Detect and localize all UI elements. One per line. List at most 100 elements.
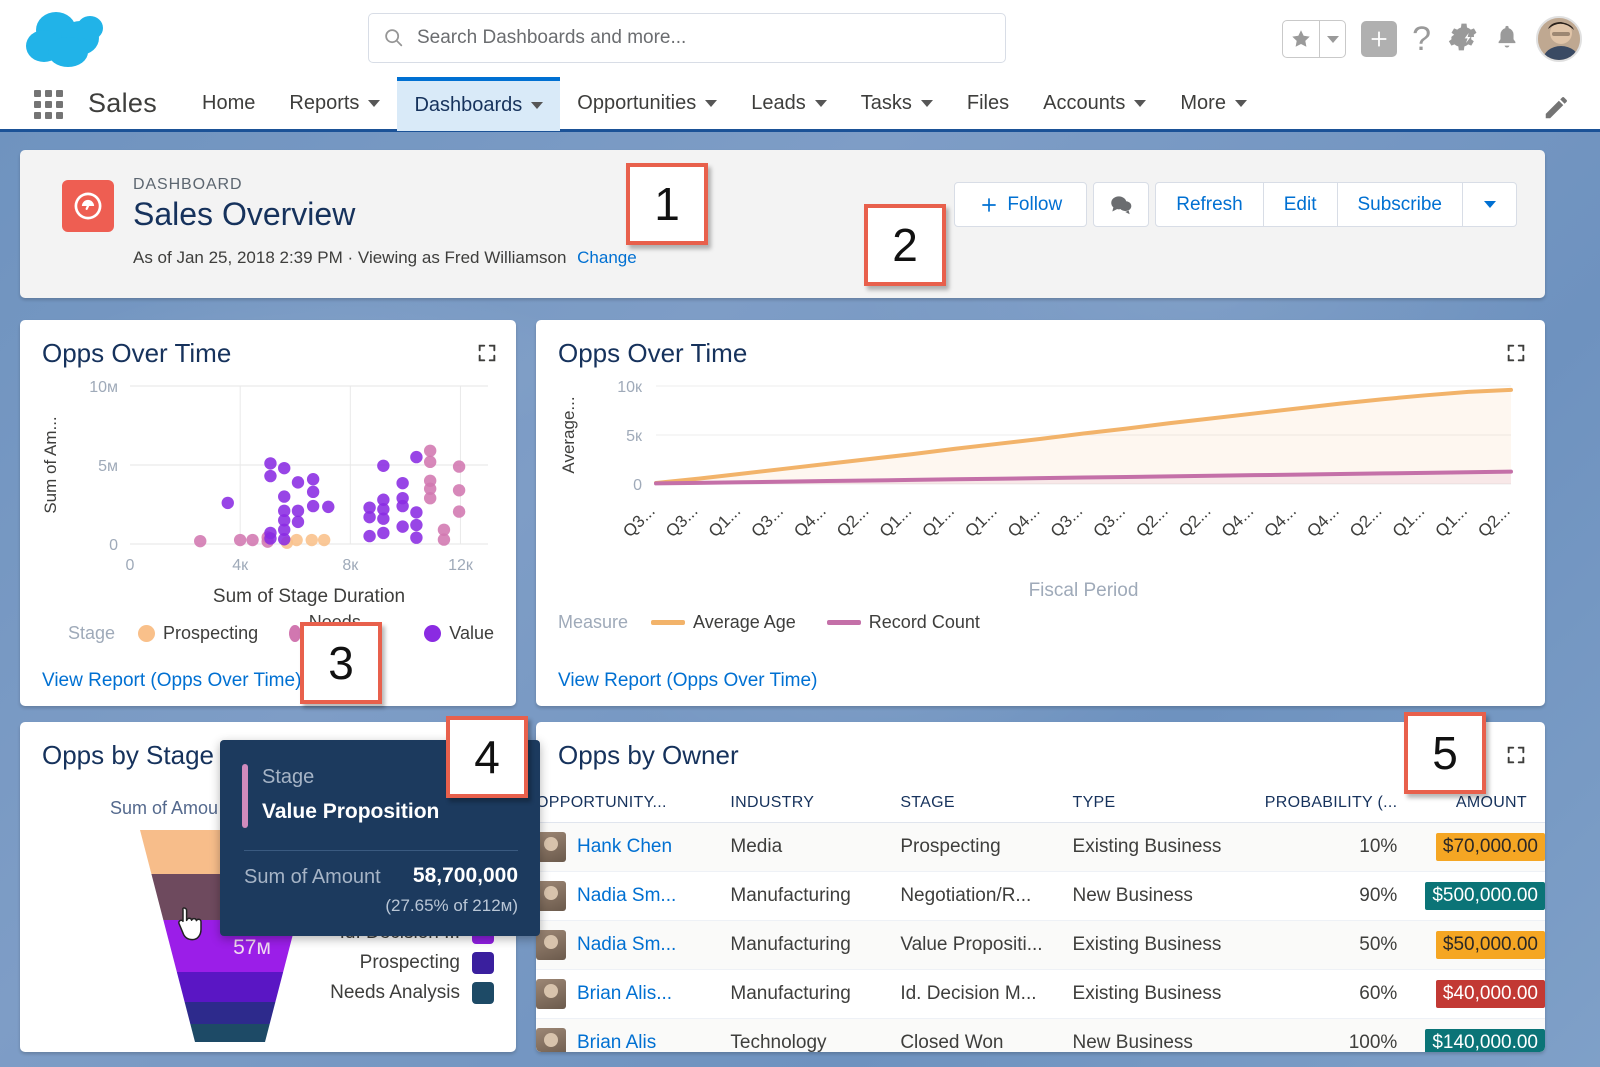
funnel-legend-item-needs-analysis[interactable]: Needs Analysis [330,982,494,1004]
nav-item-home[interactable]: Home [185,77,272,131]
follow-button[interactable]: Follow [954,182,1088,227]
cell-probability: 60% [1254,969,1426,1019]
opportunity-link[interactable]: Brian Alis [577,1032,656,1052]
dashboard-actions: Follow Refresh Edit Subscribe [954,182,1517,227]
table-row[interactable]: Brian Alis... Manufacturing Id. Decision… [536,969,1545,1019]
callout-badge-5: 5 [1404,712,1486,794]
avatar [536,1028,566,1052]
nav-label: Reports [289,92,360,114]
nav-item-more[interactable]: More [1163,77,1264,131]
app-launcher-icon[interactable] [34,89,70,119]
opportunity-link[interactable]: Nadia Sm... [577,934,676,956]
cell-stage: Closed Won [900,1018,1073,1052]
dashboard-kicker: DASHBOARD [133,176,243,193]
col-probability[interactable]: PROBABILITY (... [1254,784,1426,823]
status-badge: $40,000.00 [1435,980,1545,1008]
svg-text:0: 0 [633,477,642,494]
callout-badge-2: 2 [864,204,946,286]
nav-label: Dashboards [414,94,523,116]
svg-text:Q2...: Q2... [1346,501,1385,540]
more-actions-button[interactable] [1463,182,1517,227]
legend-item-value[interactable]: Value [424,623,494,644]
chevron-down-icon [368,100,381,107]
app-nav-bar: Sales Home Reports Dashboards Opportunit… [0,76,1600,132]
chevron-down-icon [814,100,827,107]
chatter-feed-button[interactable] [1093,182,1150,227]
chevron-down-icon [920,100,933,107]
table-header-row: OPPORTUNITY... INDUSTRY STAGE TYPE PROBA… [536,784,1545,823]
col-stage[interactable]: STAGE [900,784,1073,823]
expand-icon[interactable] [1505,744,1527,771]
status-badge: $70,000.00 [1435,833,1545,861]
svg-text:5к: 5к [626,428,643,445]
nav-item-files[interactable]: Files [950,77,1026,131]
dashboard-icon [62,180,114,232]
svg-text:Average...: Average... [559,396,578,473]
nav-item-accounts[interactable]: Accounts [1026,77,1163,131]
tooltip-measure-label: Sum of Amount [244,866,381,888]
chevron-down-icon [531,102,544,109]
plus-icon[interactable] [1361,21,1398,57]
tooltip-measure-value: 58,700,000 [412,864,518,887]
col-industry[interactable]: INDUSTRY [730,784,901,823]
gear-icon[interactable] [1446,21,1478,58]
nav-label: Accounts [1043,92,1126,114]
question-mark-icon[interactable]: ? [1412,22,1431,56]
global-search[interactable] [368,13,1006,63]
refresh-label: Refresh [1176,193,1243,215]
svg-text:Sum of Stage Duration: Sum of Stage Duration [213,586,405,607]
svg-text:Q1...: Q1... [705,501,744,540]
dashboard-header: DASHBOARD Sales Overview As of Jan 25, 2… [20,150,1545,298]
table-row[interactable]: Nadia Sm... Manufacturing Value Proposit… [536,920,1545,970]
view-report-link[interactable]: View Report (Opps Over Time) [558,670,817,692]
nav-item-opportunities[interactable]: Opportunities [560,77,734,131]
change-viewing-as-link[interactable]: Change [577,248,637,267]
tooltip-group-key: Stage [262,766,315,788]
opportunity-link[interactable]: Hank Chen [577,836,672,858]
bell-icon[interactable] [1493,23,1521,56]
funnel-legend-item-prospecting[interactable]: Prospecting [360,952,494,974]
cell-type: Existing Business [1072,920,1255,970]
svg-text:Q3...: Q3... [1090,501,1129,540]
callout-badge-3: 3 [300,622,382,704]
star-icon[interactable] [1283,21,1319,57]
tooltip-percent: (27.65% of 212м) [385,896,518,915]
nav-item-leads[interactable]: Leads [734,77,844,131]
mouse-cursor-icon [176,906,206,949]
svg-text:Q1...: Q1... [1389,501,1428,540]
salesforce-cloud-logo[interactable] [22,8,118,70]
table-row[interactable]: Brian Alis Technology Closed Won New Bus… [536,1018,1545,1052]
table-row[interactable]: Hank Chen Media Prospecting Existing Bus… [536,822,1545,872]
favorites-control[interactable] [1282,20,1347,58]
opportunity-link[interactable]: Nadia Sm... [577,885,676,907]
col-type[interactable]: TYPE [1072,784,1255,823]
nav-item-reports[interactable]: Reports [272,77,397,131]
nav-item-tasks[interactable]: Tasks [844,77,950,131]
svg-text:Q4...: Q4... [1261,501,1300,540]
col-opportunity[interactable]: OPPORTUNITY... [536,784,731,823]
table-row[interactable]: Nadia Sm... Manufacturing Negotiation/R.… [536,871,1545,921]
svg-text:Q1...: Q1... [919,501,958,540]
legend-swatch [138,624,156,642]
cell-stage: Negotiation/R... [900,871,1073,921]
view-report-link[interactable]: View Report (Opps Over Time) [42,670,301,692]
search-input[interactable] [417,27,991,49]
legend-label: Record Count [868,612,980,632]
refresh-button[interactable]: Refresh [1155,182,1264,227]
legend-item-record-count[interactable]: Record Count [826,612,980,633]
opps-by-owner-table: OPPORTUNITY... INDUSTRY STAGE TYPE PROBA… [536,784,1545,1052]
avatar[interactable] [1536,16,1582,62]
opportunity-link[interactable]: Brian Alis... [577,983,672,1005]
widget-opps-over-time-scatter: Opps Over Time 0 5м 10м 0 4к 8к 12к Sum of Am..… [20,320,516,706]
chevron-down-icon[interactable] [1319,21,1345,57]
nav-item-dashboards[interactable]: Dashboards [397,76,561,131]
pencil-icon[interactable] [1542,92,1572,127]
subscribe-button[interactable]: Subscribe [1337,182,1463,227]
edit-button[interactable]: Edit [1263,182,1338,227]
svg-text:Q1...: Q1... [1432,501,1471,540]
status-badge: $50,000.00 [1435,931,1545,959]
expand-icon[interactable] [476,342,498,369]
expand-icon[interactable] [1505,342,1527,369]
legend-item-prospecting[interactable]: Prospecting [138,623,258,644]
legend-item-average-age[interactable]: Average Age [651,612,796,633]
